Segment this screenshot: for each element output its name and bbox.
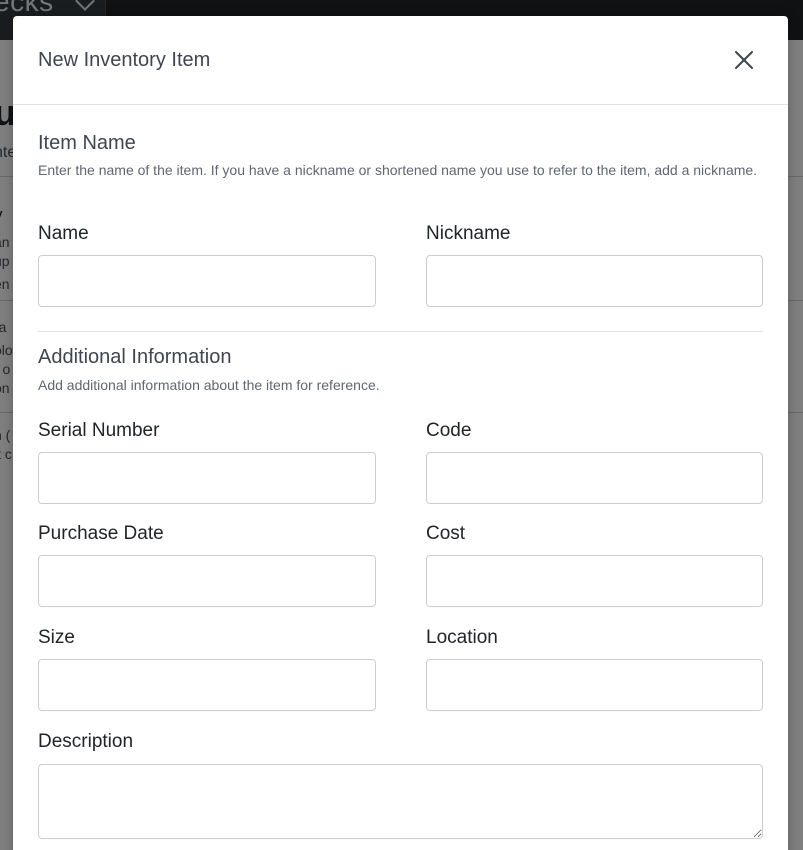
close-icon — [735, 51, 753, 69]
nickname-input[interactable] — [426, 255, 763, 307]
purchase-date-input[interactable] — [38, 555, 376, 607]
location-label: Location — [426, 627, 498, 648]
size-input[interactable] — [38, 659, 376, 711]
section-description-additional-information: Add additional information about the ite… — [38, 377, 380, 393]
description-label: Description — [38, 731, 134, 752]
location-input[interactable] — [426, 659, 763, 711]
name-label: Name — [38, 223, 89, 244]
section-title-item-name: Item Name — [38, 132, 136, 154]
name-input[interactable] — [38, 255, 376, 307]
serial-number-label: Serial Number — [38, 420, 160, 441]
nickname-label: Nickname — [426, 223, 511, 244]
section-description-item-name: Enter the name of the item. If you have … — [38, 162, 758, 178]
description-textarea[interactable] — [38, 764, 763, 839]
code-label: Code — [426, 420, 472, 441]
code-input[interactable] — [426, 452, 763, 504]
section-title-additional-information: Additional Information — [38, 346, 232, 368]
modal-header: New Inventory Item — [13, 16, 788, 105]
new-inventory-item-modal: New Inventory Item Item Name Enter the n… — [13, 16, 788, 850]
section-divider — [38, 331, 763, 332]
cost-input[interactable] — [426, 555, 763, 607]
size-label: Size — [38, 627, 75, 648]
close-button[interactable] — [729, 45, 759, 75]
modal-title: New Inventory Item — [38, 49, 211, 71]
serial-number-input[interactable] — [38, 452, 376, 504]
purchase-date-label: Purchase Date — [38, 523, 164, 544]
cost-label: Cost — [426, 523, 466, 544]
